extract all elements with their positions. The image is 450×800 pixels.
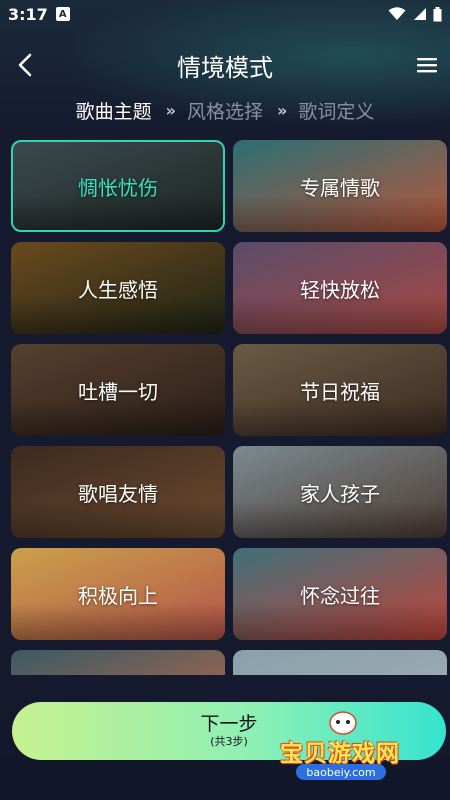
next-step-label: 下一步: [200, 713, 258, 735]
theme-card[interactable]: [233, 650, 447, 675]
page-title: 情境模式: [177, 54, 273, 82]
status-bar: 3:17 A: [0, 0, 450, 28]
theme-card[interactable]: 怀念过往: [233, 548, 447, 640]
step-2: 风格选择: [186, 100, 263, 123]
notification-icon: A: [55, 7, 70, 21]
theme-card-label: 节日祝福: [300, 379, 380, 404]
theme-card[interactable]: 惆怅忧伤: [11, 140, 225, 232]
theme-card-label: 专属情歌: [300, 175, 380, 200]
theme-card-label: 积极向上: [78, 583, 158, 608]
step-1: 歌曲主题: [75, 100, 152, 123]
status-time: 3:17: [8, 4, 48, 24]
theme-card[interactable]: 节日祝福: [233, 344, 447, 436]
theme-card[interactable]: 歌唱友情: [11, 446, 225, 538]
theme-card[interactable]: 人生感悟: [11, 242, 225, 334]
theme-card[interactable]: 积极向上: [11, 548, 225, 640]
step-separator-icon: »: [277, 100, 287, 120]
theme-card[interactable]: [11, 650, 225, 675]
theme-card[interactable]: 专属情歌: [233, 140, 447, 232]
next-step-subtitle: (共3步): [210, 735, 248, 748]
signal-icon: [414, 8, 426, 20]
theme-card-label: 歌唱友情: [78, 481, 158, 506]
watermark-logo: 宝贝游戏网 baobeiy.com: [276, 706, 426, 786]
battery-icon: [433, 6, 442, 21]
theme-card-label: 吐槽一切: [78, 379, 158, 404]
gamepad-mascot-icon: [329, 711, 357, 735]
theme-card[interactable]: 吐槽一切: [11, 344, 225, 436]
theme-card-label: 家人孩子: [300, 481, 380, 506]
wifi-icon: [388, 7, 406, 20]
menu-button[interactable]: [412, 50, 442, 80]
theme-grid: 惆怅忧伤 专属情歌人生感悟 轻快放松吐槽一切 节日祝福歌唱友情 家人孩子积极向上 怀念过往: [11, 140, 447, 675]
status-left: 3:17 A: [8, 5, 70, 24]
theme-card-label: 人生感悟: [78, 277, 158, 302]
step-3: 歌词定义: [298, 100, 375, 123]
step-separator-icon: »: [165, 100, 176, 120]
watermark-url: baobeiy.com: [296, 764, 386, 780]
theme-card-label: 轻快放松: [300, 277, 380, 302]
theme-card-label: 惆怅忧伤: [78, 175, 158, 200]
step-indicator: 歌曲主题 » 风格选择 » 歌词定义: [0, 92, 450, 128]
watermark-text: 宝贝游戏网: [280, 741, 400, 767]
theme-card[interactable]: 轻快放松: [233, 242, 447, 334]
title-bar: 情境模式: [0, 40, 450, 90]
status-right: [388, 6, 442, 22]
menu-icon: [417, 58, 437, 73]
theme-card-label: 怀念过往: [300, 583, 380, 608]
theme-card[interactable]: 家人孩子: [233, 446, 447, 538]
